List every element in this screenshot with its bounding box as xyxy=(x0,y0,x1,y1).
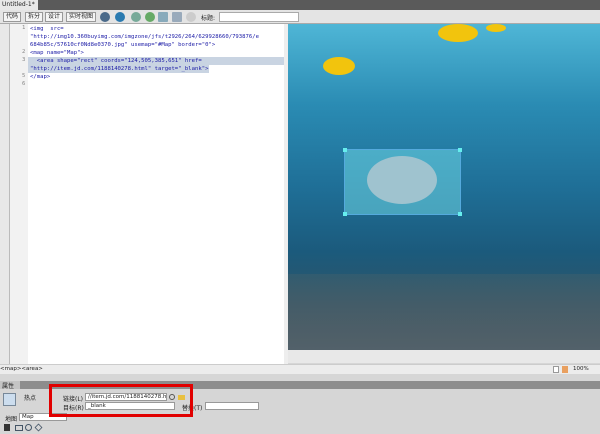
element-type-label: 热点 xyxy=(24,395,37,402)
polygon-hotspot-tool-icon[interactable] xyxy=(34,423,43,432)
fish-image xyxy=(438,24,478,42)
pointer-hotspot-tool-icon[interactable] xyxy=(4,424,10,431)
code-line: </map> xyxy=(30,74,51,80)
hand-tool-icon[interactable] xyxy=(562,366,568,373)
code-line-selected: "http://item.jd.com/1188140278.html" tar… xyxy=(28,65,209,73)
refresh-icon[interactable] xyxy=(186,12,196,22)
hotspot-icon xyxy=(3,393,16,406)
properties-tab[interactable]: 属性 xyxy=(0,381,20,390)
visual-aids-icon[interactable] xyxy=(158,12,168,22)
resize-handle[interactable] xyxy=(343,212,347,216)
fish-image xyxy=(323,57,355,75)
code-line: <img src= xyxy=(30,26,64,32)
alt-select[interactable] xyxy=(205,402,259,410)
line-number: 1 xyxy=(22,25,26,31)
resize-handle[interactable] xyxy=(343,148,347,152)
refresh-design-icon[interactable] xyxy=(172,12,182,22)
fish-image xyxy=(486,24,506,32)
line-number: 2 xyxy=(22,49,26,55)
code-editor[interactable]: <img src= "http://img10.360buyimg.com/im… xyxy=(28,24,284,364)
pointer-tool-icon[interactable] xyxy=(553,366,559,373)
file-management-icon[interactable] xyxy=(131,12,141,22)
w3c-validation-icon[interactable] xyxy=(145,12,155,22)
design-view[interactable] xyxy=(288,24,600,350)
zoom-level[interactable]: 100% xyxy=(573,366,589,372)
coding-toolbar[interactable] xyxy=(0,24,10,364)
map-label: 地图 xyxy=(5,416,18,423)
fish-image xyxy=(367,156,437,204)
rect-hotspot-tool-icon[interactable] xyxy=(15,425,23,431)
browser-preview-icon[interactable] xyxy=(115,12,125,22)
hotspot-rect[interactable] xyxy=(343,148,462,216)
circle-hotspot-tool-icon[interactable] xyxy=(25,424,32,431)
line-number-gutter: 1 2 3 5 6 xyxy=(10,24,28,364)
status-bar: <map><area> 100% xyxy=(0,364,600,374)
tag-selector[interactable]: <map><area> xyxy=(0,366,43,372)
highlight-annotation-box xyxy=(49,384,193,417)
code-line: <map name="Map"> xyxy=(30,50,84,56)
line-number: 5 xyxy=(22,73,26,79)
document-tab-bar: Untitled-1* xyxy=(0,0,600,10)
code-line: 684b85c/57610cf0Nd8e0370.jpg" usemap="#M… xyxy=(30,42,216,48)
seabed-image xyxy=(288,274,600,350)
resize-handle[interactable] xyxy=(458,148,462,152)
design-view-button[interactable]: 设计 xyxy=(45,12,64,22)
split-view-button[interactable]: 拆分 xyxy=(25,12,44,22)
document-tab[interactable]: Untitled-1* xyxy=(0,0,38,10)
multiscreen-icon[interactable] xyxy=(100,12,110,22)
design-horizontal-scrollbar[interactable] xyxy=(288,350,600,363)
code-line: "http://img10.360buyimg.com/imgzone/jfs/… xyxy=(30,34,260,40)
code-view-button[interactable]: 代码 xyxy=(3,12,22,22)
live-view-button[interactable]: 实时视图 xyxy=(66,12,97,22)
title-label: 标题: xyxy=(201,15,216,22)
title-input[interactable] xyxy=(219,12,299,22)
resize-handle[interactable] xyxy=(458,212,462,216)
line-number: 3 xyxy=(22,57,26,63)
document-toolbar: 代码 拆分 设计 实时视图 标题: xyxy=(0,10,600,24)
code-line-selected: <area shape="rect" coords="124,505,385,6… xyxy=(28,57,284,65)
line-number: 6 xyxy=(22,81,26,87)
